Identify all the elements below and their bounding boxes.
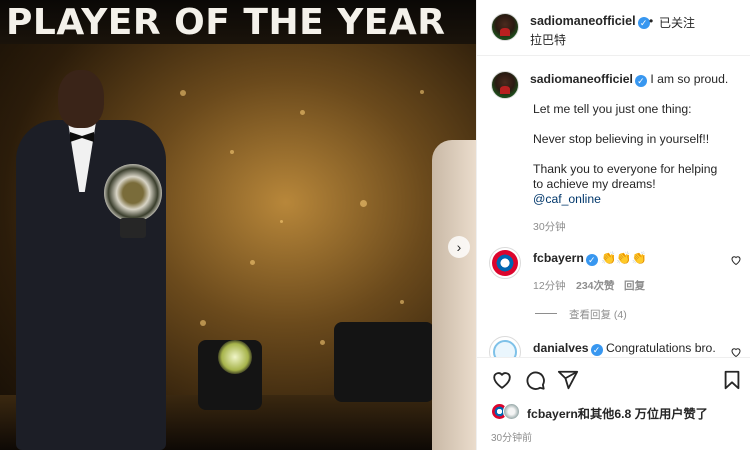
comment-like-heart-icon[interactable] — [730, 254, 742, 269]
award-trophy — [104, 164, 162, 222]
comment-time[interactable]: 12分钟 — [533, 278, 566, 293]
comment-avatar-fcbayern[interactable] — [489, 247, 521, 279]
caption-line-5: to achieve my dreams! — [533, 177, 656, 191]
view-replies-button[interactable]: 查看回复 (4) — [569, 307, 627, 322]
comment-danialves: danialves ✓ Congratulations bro. — [533, 341, 716, 356]
view-replies-divider — [535, 313, 557, 314]
caption-line-1: I am so proud. — [650, 72, 729, 86]
verified-icon: ✓ — [634, 75, 647, 87]
presenter-dress — [432, 140, 476, 450]
caption-mention-link[interactable]: @caf_online — [533, 192, 601, 206]
comment-fcbayern: fcbayern ✓ 👏👏👏 — [533, 251, 647, 266]
heart-icon[interactable] — [491, 369, 513, 391]
comment-username[interactable]: danialves — [533, 341, 589, 355]
player-head — [58, 70, 104, 128]
author-avatar[interactable] — [491, 13, 519, 41]
caption-first-line: sadiomaneofficiel ✓ I am so proud. — [530, 72, 728, 87]
follow-status[interactable]: 已关注 — [659, 14, 695, 31]
comment-username[interactable]: fcbayern — [533, 251, 584, 265]
comment-like-count[interactable]: 234次赞 — [576, 278, 615, 293]
post-actions-bar: fcbayern和其他6.8 万位用户赞了 30分钟前 — [477, 357, 750, 450]
caption-line-2: Let me tell you just one thing: — [533, 102, 692, 116]
verified-icon: ✓ — [590, 344, 603, 356]
comment-icon[interactable] — [524, 369, 546, 391]
comment-reply-button[interactable]: 回复 — [624, 278, 645, 293]
fcbayern-logo — [492, 250, 518, 276]
next-photo-button[interactable]: › — [448, 236, 470, 258]
post-photo[interactable]: PLAYER OF THE YEAR › — [0, 0, 476, 450]
stage-lamp — [334, 322, 434, 402]
lamp-light — [218, 340, 252, 374]
post-location[interactable]: 拉巴特 — [530, 31, 566, 48]
caption-line-4: Thank you to everyone for helping — [533, 162, 718, 176]
comment-text: 👏👏👏 — [601, 251, 647, 265]
banner-text: PLAYER OF THE YEAR — [6, 2, 446, 43]
bookmark-icon[interactable] — [721, 369, 743, 391]
likers-avatars[interactable] — [491, 403, 531, 421]
comment-text: Congratulations bro. — [605, 341, 716, 355]
caption-time[interactable]: 30分钟 — [533, 219, 566, 234]
trophy-base — [120, 218, 146, 238]
header-separator: • — [649, 14, 654, 28]
caption-username[interactable]: sadiomaneofficiel — [530, 72, 633, 86]
author-username[interactable]: sadiomaneofficiel ✓ — [530, 14, 650, 29]
post-header: sadiomaneofficiel ✓ • 已关注 拉巴特 — [477, 0, 750, 56]
author-username-text[interactable]: sadiomaneofficiel — [530, 14, 636, 28]
caption-line-3: Never stop believing in yourself!! — [533, 132, 710, 146]
share-icon[interactable] — [557, 369, 579, 391]
verified-icon: ✓ — [585, 254, 598, 266]
photo-banner: PLAYER OF THE YEAR — [0, 0, 476, 44]
caption-avatar[interactable] — [491, 71, 519, 99]
post-side-panel: sadiomaneofficiel ✓ • 已关注 拉巴特 sadiomaneof… — [476, 0, 750, 450]
post-timestamp[interactable]: 30分钟前 — [491, 429, 532, 444]
liker-avatar — [503, 403, 520, 420]
likes-summary[interactable]: fcbayern和其他6.8 万位用户赞了 — [527, 404, 708, 422]
verified-icon: ✓ — [637, 17, 650, 29]
